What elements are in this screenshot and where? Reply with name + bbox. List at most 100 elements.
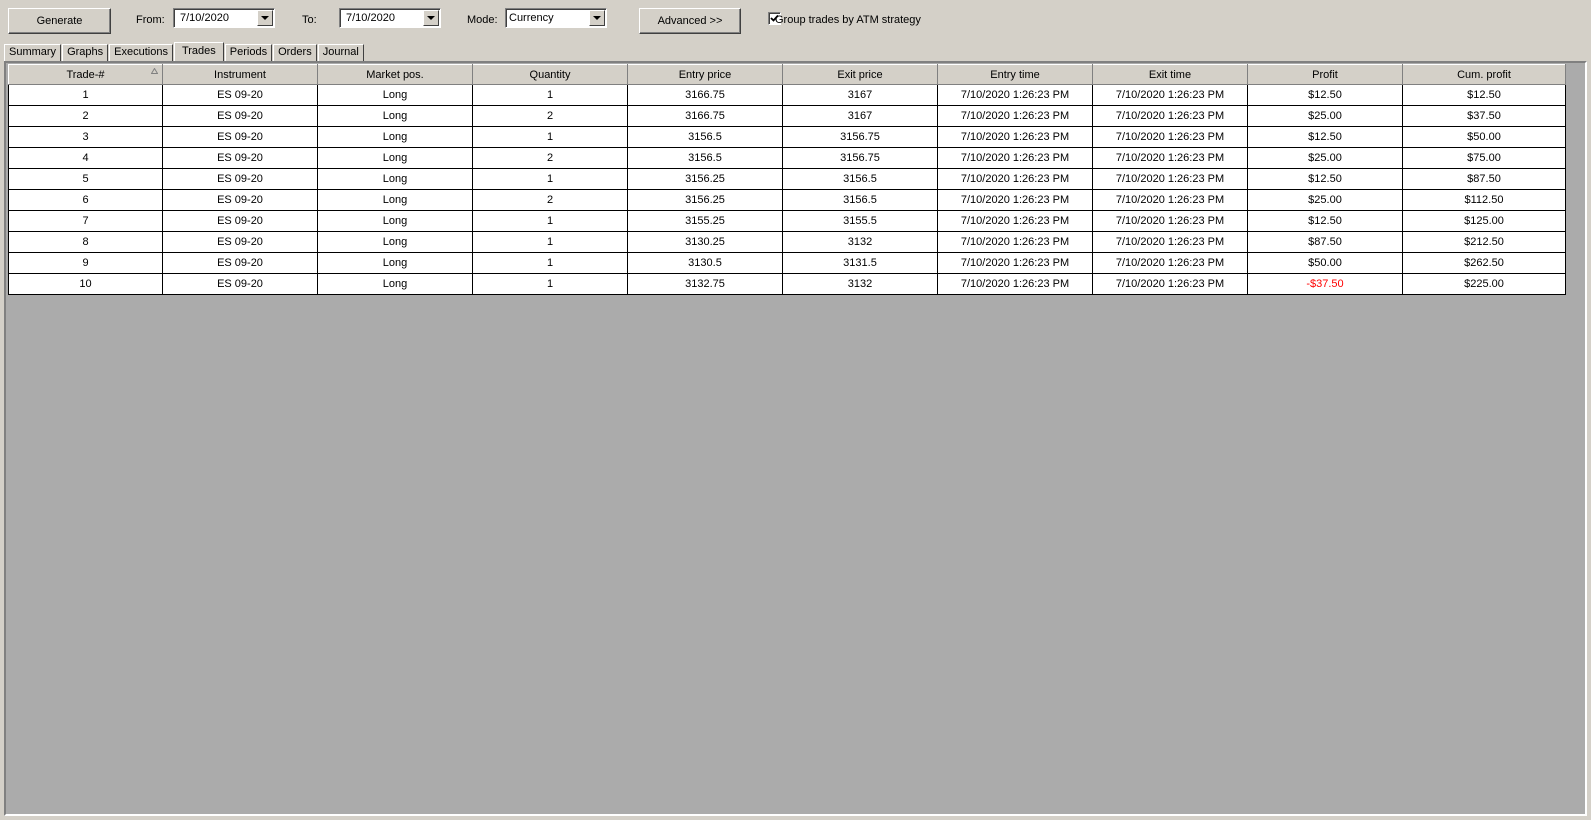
cell-instrument: ES 09-20 [162, 273, 318, 295]
cell-profit: $50.00 [1247, 252, 1403, 274]
table-row[interactable]: 1 ES 09-20 Long 1 3166.75 3167 7/10/2020… [8, 84, 1566, 106]
cell-entry-price: 3156.5 [627, 147, 783, 169]
chevron-down-icon[interactable] [589, 10, 605, 26]
cell-market-pos: Long [317, 84, 473, 106]
cell-cum-profit: $87.50 [1402, 168, 1566, 190]
advanced-button[interactable]: Advanced >> [639, 8, 741, 34]
mode-select[interactable]: Currency [505, 8, 607, 28]
cell-instrument: ES 09-20 [162, 189, 318, 211]
table-row[interactable]: 8 ES 09-20 Long 1 3130.25 3132 7/10/2020… [8, 231, 1566, 253]
cell-instrument: ES 09-20 [162, 126, 318, 148]
table-row[interactable]: 4 ES 09-20 Long 2 3156.5 3156.75 7/10/20… [8, 147, 1566, 169]
column-header-exit-time[interactable]: Exit time [1092, 64, 1248, 85]
cell-exit-time: 7/10/2020 1:26:23 PM [1092, 126, 1248, 148]
cell-entry-time: 7/10/2020 1:26:23 PM [937, 168, 1093, 190]
tab-graphs[interactable]: Graphs [62, 44, 109, 61]
tab-journal[interactable]: Journal [317, 44, 364, 61]
chevron-down-icon[interactable] [423, 10, 439, 26]
cell-exit-time: 7/10/2020 1:26:23 PM [1092, 147, 1248, 169]
cell-exit-time: 7/10/2020 1:26:23 PM [1092, 231, 1248, 253]
column-header-entry-time[interactable]: Entry time [937, 64, 1093, 85]
cell-entry-price: 3166.75 [627, 105, 783, 127]
cell-quantity: 1 [472, 168, 628, 190]
column-header-instrument[interactable]: Instrument [162, 64, 318, 85]
cell-exit-time: 7/10/2020 1:26:23 PM [1092, 189, 1248, 211]
to-date-picker[interactable]: 7/10/2020 [339, 8, 441, 28]
column-header-market-pos[interactable]: Market pos. [317, 64, 473, 85]
cell-entry-time: 7/10/2020 1:26:23 PM [937, 231, 1093, 253]
cell-market-pos: Long [317, 147, 473, 169]
from-label: From: [136, 14, 165, 26]
cell-market-pos: Long [317, 231, 473, 253]
cell-quantity: 2 [472, 147, 628, 169]
cell-quantity: 1 [472, 84, 628, 106]
group-trades-label[interactable]: Group trades by ATM strategy [775, 13, 921, 27]
table-row[interactable]: 7 ES 09-20 Long 1 3155.25 3155.5 7/10/20… [8, 210, 1566, 232]
cell-exit-time: 7/10/2020 1:26:23 PM [1092, 210, 1248, 232]
cell-market-pos: Long [317, 189, 473, 211]
cell-trade-number: 7 [8, 210, 163, 232]
table-row[interactable]: 3 ES 09-20 Long 1 3156.5 3156.75 7/10/20… [8, 126, 1566, 148]
sort-ascending-icon [151, 68, 158, 74]
cell-entry-time: 7/10/2020 1:26:23 PM [937, 147, 1093, 169]
table-row[interactable]: 9 ES 09-20 Long 1 3130.5 3131.5 7/10/202… [8, 252, 1566, 274]
tab-periods[interactable]: Periods [224, 44, 273, 61]
cell-exit-price: 3131.5 [782, 252, 938, 274]
cell-exit-time: 7/10/2020 1:26:23 PM [1092, 273, 1248, 295]
generate-button[interactable]: Generate [8, 8, 111, 34]
cell-profit: $12.50 [1247, 126, 1403, 148]
tab-orders[interactable]: Orders [273, 44, 317, 61]
column-header-quantity[interactable]: Quantity [472, 64, 628, 85]
cell-quantity: 2 [472, 189, 628, 211]
cell-profit: $25.00 [1247, 105, 1403, 127]
cell-entry-time: 7/10/2020 1:26:23 PM [937, 273, 1093, 295]
cell-instrument: ES 09-20 [162, 252, 318, 274]
cell-trade-number: 4 [8, 147, 163, 169]
cell-entry-price: 3156.5 [627, 126, 783, 148]
tab-summary[interactable]: Summary [4, 44, 62, 61]
trades-panel: Trade-# Instrument Market pos. Quantity … [4, 61, 1587, 816]
tab-trades[interactable]: Trades [173, 42, 224, 61]
cell-profit: $12.50 [1247, 168, 1403, 190]
cell-exit-price: 3156.5 [782, 168, 938, 190]
to-date-value: 7/10/2020 [346, 12, 395, 24]
column-header-exit-price[interactable]: Exit price [782, 64, 938, 85]
cell-instrument: ES 09-20 [162, 168, 318, 190]
cell-entry-price: 3156.25 [627, 168, 783, 190]
cell-trade-number: 9 [8, 252, 163, 274]
cell-exit-price: 3156.75 [782, 147, 938, 169]
cell-quantity: 1 [472, 210, 628, 232]
cell-exit-price: 3155.5 [782, 210, 938, 232]
column-header-cum-profit[interactable]: Cum. profit [1402, 64, 1566, 85]
cell-market-pos: Long [317, 252, 473, 274]
table-row[interactable]: 5 ES 09-20 Long 1 3156.25 3156.5 7/10/20… [8, 168, 1566, 190]
table-row[interactable]: 6 ES 09-20 Long 2 3156.25 3156.5 7/10/20… [8, 189, 1566, 211]
cell-entry-time: 7/10/2020 1:26:23 PM [937, 252, 1093, 274]
table-row[interactable]: 10 ES 09-20 Long 1 3132.75 3132 7/10/202… [8, 273, 1566, 295]
report-tabs: Summary Graphs Executions Trades Periods… [4, 42, 365, 61]
cell-cum-profit: $75.00 [1402, 147, 1566, 169]
column-header-profit[interactable]: Profit [1247, 64, 1403, 85]
cell-cum-profit: $225.00 [1402, 273, 1566, 295]
cell-market-pos: Long [317, 168, 473, 190]
table-row[interactable]: 2 ES 09-20 Long 2 3166.75 3167 7/10/2020… [8, 105, 1566, 127]
cell-profit: $12.50 [1247, 210, 1403, 232]
column-header-label: Trade-# [66, 68, 105, 81]
cell-entry-price: 3155.25 [627, 210, 783, 232]
cell-trade-number: 2 [8, 105, 163, 127]
cell-exit-time: 7/10/2020 1:26:23 PM [1092, 84, 1248, 106]
from-date-picker[interactable]: 7/10/2020 [173, 8, 275, 28]
cell-quantity: 2 [472, 105, 628, 127]
cell-quantity: 1 [472, 273, 628, 295]
cell-entry-time: 7/10/2020 1:26:23 PM [937, 126, 1093, 148]
chevron-down-icon[interactable] [257, 10, 273, 26]
column-header-trade-number[interactable]: Trade-# [8, 64, 163, 85]
to-label: To: [302, 14, 317, 26]
tab-executions[interactable]: Executions [109, 44, 173, 61]
column-header-entry-price[interactable]: Entry price [627, 64, 783, 85]
cell-instrument: ES 09-20 [162, 210, 318, 232]
cell-quantity: 1 [472, 231, 628, 253]
cell-instrument: ES 09-20 [162, 231, 318, 253]
cell-entry-price: 3130.25 [627, 231, 783, 253]
cell-exit-time: 7/10/2020 1:26:23 PM [1092, 168, 1248, 190]
